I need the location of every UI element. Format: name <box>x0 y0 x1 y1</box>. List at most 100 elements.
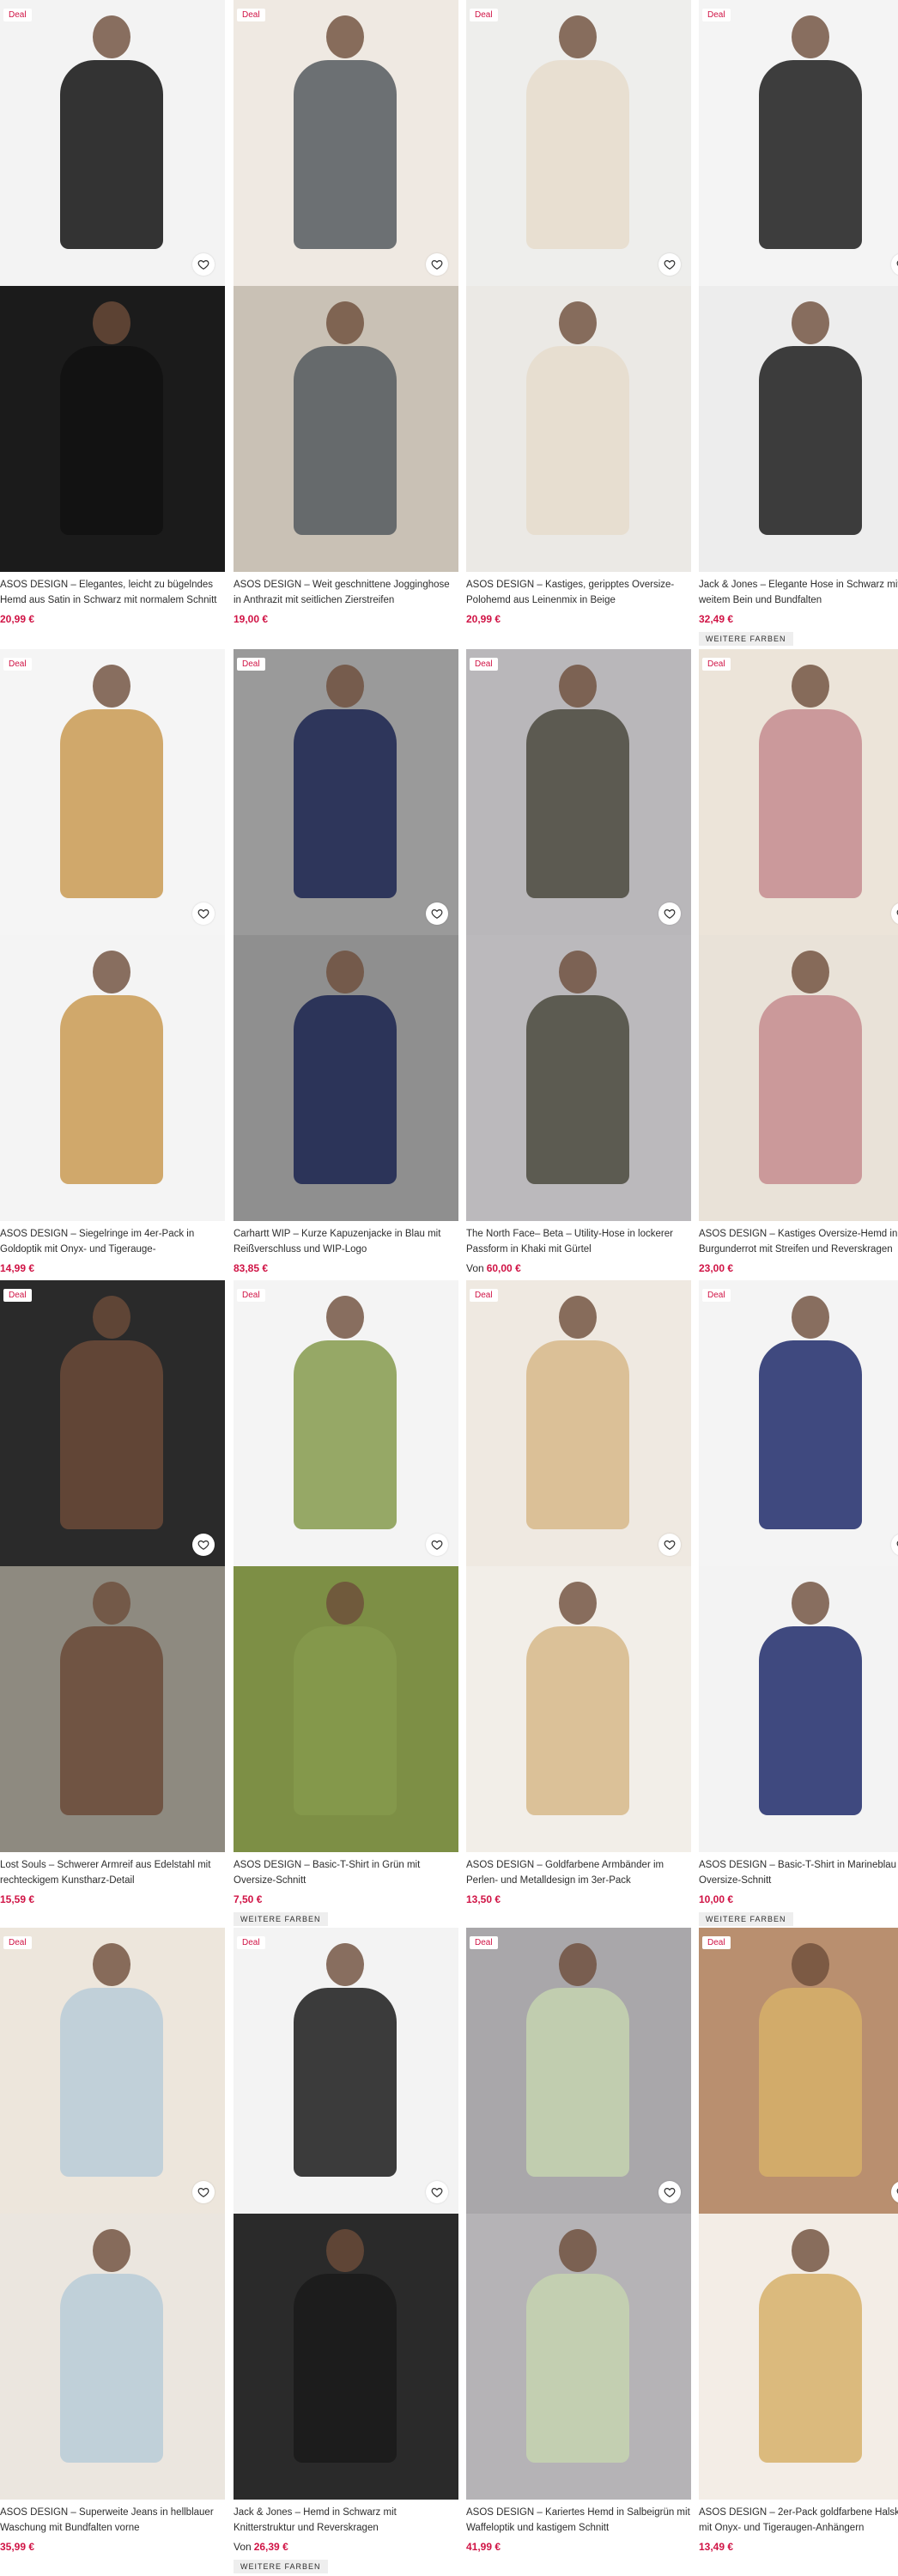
product-image-main[interactable]: Deal <box>234 1928 458 2214</box>
product-image-alt[interactable] <box>0 1566 225 1852</box>
heart-icon[interactable] <box>192 2181 215 2203</box>
heart-icon[interactable] <box>426 253 448 276</box>
price-value: 13,50 € <box>466 1893 501 1905</box>
product-figure-head <box>93 951 130 993</box>
product-image-alt[interactable] <box>0 286 225 572</box>
product-figure <box>526 1340 629 1529</box>
product-card[interactable]: Deal ASOS DESIGN – Basic-T-Shirt in Grün … <box>234 1280 458 1926</box>
product-title[interactable]: ASOS DESIGN – Siegelringe im 4er-Pack in… <box>0 1226 225 1259</box>
heart-icon[interactable] <box>426 902 448 925</box>
product-image-alt[interactable] <box>0 935 225 1221</box>
heart-icon[interactable] <box>192 253 215 276</box>
heart-icon[interactable] <box>658 2181 681 2203</box>
product-image-main[interactable]: Deal <box>699 0 898 286</box>
product-figure-head <box>93 1943 130 1986</box>
heart-icon[interactable] <box>891 253 898 276</box>
product-image-alt[interactable] <box>699 286 898 572</box>
product-figure-head <box>792 1296 829 1339</box>
product-card[interactable]: Deal ASOS DESIGN – Goldfarbene Armbänder … <box>466 1280 691 1905</box>
product-image-alt[interactable] <box>234 935 458 1221</box>
product-title[interactable]: ASOS DESIGN – Basic-T-Shirt in Marinebla… <box>699 1857 898 1890</box>
product-image-main[interactable]: Deal <box>466 1280 691 1566</box>
product-title[interactable]: ASOS DESIGN – 2er-Pack goldfarbene Halsk… <box>699 2505 898 2537</box>
more-colors-badge[interactable]: WEITERE FARBEN <box>699 1912 793 1926</box>
product-figure-head <box>93 665 130 708</box>
product-card[interactable]: Deal Carhartt WIP – Kurze Kapuzenjacke in… <box>234 649 458 1274</box>
product-title[interactable]: ASOS DESIGN – Elegantes, leicht zu bügel… <box>0 577 225 610</box>
product-image-alt[interactable] <box>0 2214 225 2500</box>
product-card[interactable]: Deal Jack & Jones – Hemd in Schwarz mit K… <box>234 1928 458 2573</box>
product-card[interactable]: Deal ASOS DESIGN – Elegantes, leicht zu b… <box>0 0 225 625</box>
product-figure-head <box>326 2229 364 2272</box>
product-title[interactable]: ASOS DESIGN – Basic-T-Shirt in Grün mit … <box>234 1857 458 1890</box>
heart-icon[interactable] <box>426 1534 448 1556</box>
product-card[interactable]: Deal Jack & Jones – Elegante Hose in Schw… <box>699 0 898 646</box>
heart-icon[interactable] <box>192 1534 215 1556</box>
product-image-main[interactable]: Deal <box>234 1280 458 1566</box>
product-title[interactable]: ASOS DESIGN – Superweite Jeans in hellbl… <box>0 2505 225 2537</box>
product-title[interactable]: ASOS DESIGN – Kastiges Oversize-Hemd in … <box>699 1226 898 1259</box>
product-image-main[interactable]: Deal <box>0 1928 225 2214</box>
product-image-main[interactable]: Deal <box>0 0 225 286</box>
heart-icon[interactable] <box>891 1534 898 1556</box>
heart-icon[interactable] <box>891 2181 898 2203</box>
product-image-alt[interactable] <box>699 935 898 1221</box>
product-image-alt[interactable] <box>699 2214 898 2500</box>
product-image-alt[interactable] <box>699 1566 898 1852</box>
product-price: 41,99 € <box>466 2541 691 2553</box>
product-title[interactable]: Carhartt WIP – Kurze Kapuzenjacke in Bla… <box>234 1226 458 1259</box>
product-image-alt[interactable] <box>466 1566 691 1852</box>
product-card[interactable]: Deal ASOS DESIGN – Basic-T-Shirt in Marin… <box>699 1280 898 1926</box>
product-card[interactable]: Deal ASOS DESIGN – Weit geschnittene Jogg… <box>234 0 458 625</box>
product-title[interactable]: Jack & Jones – Elegante Hose in Schwarz … <box>699 577 898 610</box>
product-image-main[interactable]: Deal <box>0 1280 225 1566</box>
product-image-alt[interactable] <box>466 935 691 1221</box>
deal-badge: Deal <box>3 9 32 21</box>
product-image-main[interactable]: Deal <box>466 649 691 935</box>
product-image-alt[interactable] <box>234 1566 458 1852</box>
more-colors-badge[interactable]: WEITERE FARBEN <box>699 632 793 646</box>
product-title[interactable]: The North Face– Beta – Utility-Hose in l… <box>466 1226 691 1259</box>
heart-icon[interactable] <box>426 2181 448 2203</box>
more-colors-badge[interactable]: WEITERE FARBEN <box>234 2560 328 2573</box>
product-card[interactable]: Deal ASOS DESIGN – Kariertes Hemd in Salb… <box>466 1928 691 2553</box>
product-image-main[interactable]: Deal <box>466 1928 691 2214</box>
product-image-main[interactable]: Deal <box>0 649 225 935</box>
heart-icon[interactable] <box>891 902 898 925</box>
product-image-alt[interactable] <box>234 286 458 572</box>
product-image-main[interactable]: Deal <box>466 0 691 286</box>
product-card[interactable]: Deal ASOS DESIGN – 2er-Pack goldfarbene H… <box>699 1928 898 2553</box>
more-colors-badge[interactable]: WEITERE FARBEN <box>234 1912 328 1926</box>
product-card[interactable]: Deal ASOS DESIGN – Superweite Jeans in he… <box>0 1928 225 2553</box>
product-title[interactable]: ASOS DESIGN – Kastiges, geripptes Oversi… <box>466 577 691 610</box>
heart-icon[interactable] <box>192 902 215 925</box>
product-title[interactable]: ASOS DESIGN – Kariertes Hemd in Salbeigr… <box>466 2505 691 2537</box>
product-image-main[interactable]: Deal <box>699 1280 898 1566</box>
product-image-alt[interactable] <box>234 2214 458 2500</box>
heart-icon[interactable] <box>658 1534 681 1556</box>
product-figure <box>759 1626 862 1815</box>
product-image-main[interactable]: Deal <box>699 1928 898 2214</box>
product-card[interactable]: Deal ASOS DESIGN – Kastiges, geripptes Ov… <box>466 0 691 625</box>
product-figure <box>526 1988 629 2177</box>
product-title[interactable]: ASOS DESIGN – Goldfarbene Armbänder im P… <box>466 1857 691 1890</box>
product-figure <box>60 1988 163 2177</box>
heart-icon[interactable] <box>658 902 681 925</box>
product-image-alt[interactable] <box>466 286 691 572</box>
product-figure-head <box>326 301 364 344</box>
deal-badge: Deal <box>702 1289 731 1302</box>
product-image-alt[interactable] <box>466 2214 691 2500</box>
product-card[interactable]: Deal ASOS DESIGN – Siegelringe im 4er-Pac… <box>0 649 225 1274</box>
product-title[interactable]: Jack & Jones – Hemd in Schwarz mit Knitt… <box>234 2505 458 2537</box>
product-image-main[interactable]: Deal <box>234 649 458 935</box>
product-image-main[interactable]: Deal <box>234 0 458 286</box>
heart-icon[interactable] <box>658 253 681 276</box>
product-card[interactable]: Deal ASOS DESIGN – Kastiges Oversize-Hemd… <box>699 649 898 1274</box>
product-image-main[interactable]: Deal <box>699 649 898 935</box>
deal-badge: Deal <box>702 1936 731 1949</box>
product-title[interactable]: ASOS DESIGN – Weit geschnittene Joggingh… <box>234 577 458 610</box>
product-card[interactable]: Deal Lost Souls – Schwerer Armreif aus Ed… <box>0 1280 225 1905</box>
product-title[interactable]: Lost Souls – Schwerer Armreif aus Edelst… <box>0 1857 225 1890</box>
product-card[interactable]: Deal The North Face– Beta – Utility-Hose … <box>466 649 691 1274</box>
product-figure-head <box>93 1296 130 1339</box>
